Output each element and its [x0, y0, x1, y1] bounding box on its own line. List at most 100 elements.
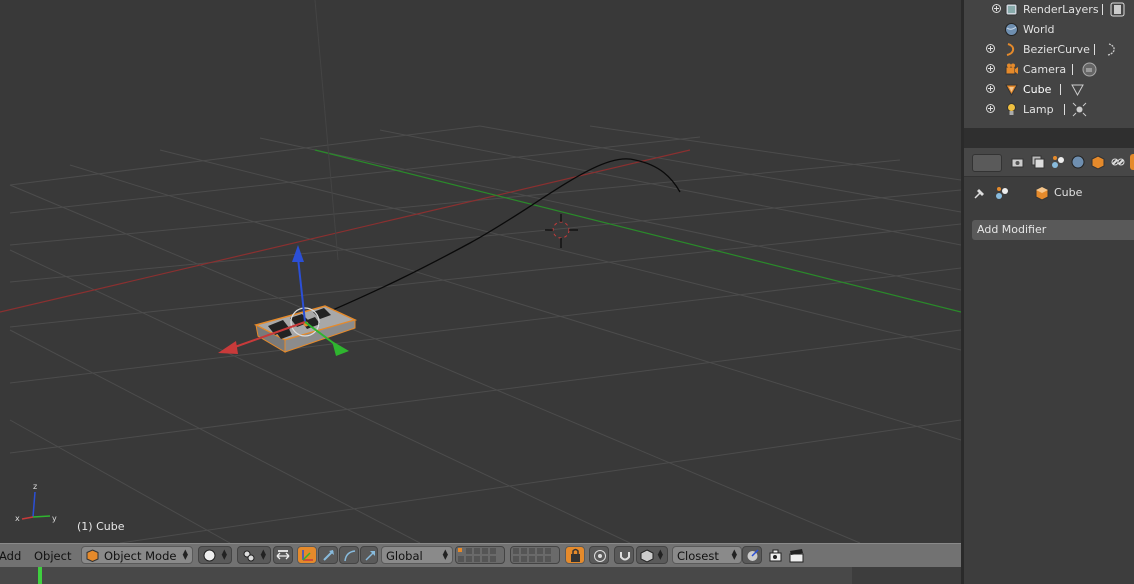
current-frame-indicator[interactable] — [38, 567, 42, 584]
outliner-item-lamp[interactable]: Lamp — [964, 100, 1134, 120]
modifiers-tab-icon[interactable] — [1130, 154, 1134, 170]
snap-toggle[interactable] — [614, 546, 634, 564]
expand-icon[interactable] — [986, 64, 995, 73]
3d-cursor — [545, 214, 578, 248]
properties-header — [964, 148, 1134, 177]
outliner-item-world[interactable]: World — [964, 20, 1134, 40]
outliner-item-cube[interactable]: Cube — [964, 80, 1134, 100]
world-tab-icon[interactable] — [1070, 154, 1086, 170]
axis-orientation-widget: z x y — [15, 482, 57, 523]
area-split-horizontal[interactable] — [964, 128, 1134, 148]
outliner-item-label: Lamp — [1023, 103, 1054, 116]
manipulator-toggle[interactable] — [273, 546, 293, 564]
render-layer-data-icon[interactable] — [1110, 2, 1125, 17]
dropdown-arrows-icon: ▲ ▼ — [182, 548, 188, 561]
camera-data-icon[interactable] — [1082, 62, 1097, 77]
opengl-render-button[interactable] — [766, 546, 786, 564]
pivot-point-dropdown[interactable]: ▲ ▼ — [237, 546, 271, 564]
translate-icon — [302, 550, 313, 561]
floor-grid — [9, 125, 961, 543]
dropdown-arrows-icon: ▲ ▼ — [221, 548, 227, 561]
clapperboard-icon — [789, 549, 804, 563]
properties-context-row: Cube — [964, 180, 1134, 206]
vertical-guide-line — [314, 0, 339, 261]
outliner-item-renderlayers[interactable]: RenderLayers — [964, 0, 1134, 20]
scene-context-icon — [996, 187, 1008, 199]
3d-viewport[interactable]: z x y (1) Cube — [0, 0, 961, 543]
lamp-icon — [1007, 103, 1016, 115]
snap-target-dropdown[interactable]: Closest ▲ ▼ — [672, 546, 742, 564]
object-mode-icon — [86, 549, 99, 562]
axis-label-y: y — [52, 514, 57, 523]
constraints-tab-icon[interactable] — [1110, 154, 1126, 170]
timeline-strip[interactable] — [0, 567, 961, 584]
pin-icon[interactable] — [972, 185, 988, 201]
bezier-curve — [304, 158, 681, 323]
timeline-side-region — [852, 567, 961, 584]
viewport-shading-dropdown[interactable]: ▲ ▼ — [198, 546, 232, 564]
outliner[interactable]: RenderLayers World BezierCurve Camera Cu… — [964, 0, 1134, 128]
snap-element-dropdown[interactable]: ▲ ▼ — [636, 546, 668, 564]
curve-data-icon[interactable] — [1104, 42, 1119, 57]
active-object-label: (1) Cube — [77, 520, 125, 533]
proportional-editing-button[interactable] — [589, 546, 609, 564]
curve-icon — [1006, 43, 1015, 56]
expand-icon[interactable] — [986, 44, 995, 53]
object-context-icon — [1035, 186, 1049, 201]
align-rotation-button[interactable] — [742, 546, 762, 564]
rotate-icon — [323, 550, 334, 561]
lamp-data-icon[interactable] — [1072, 102, 1087, 117]
scene-tab-icon[interactable] — [1050, 154, 1066, 170]
mode-label: Object Mode — [104, 549, 177, 563]
outliner-item-label: RenderLayers — [1023, 3, 1099, 16]
menu-add[interactable]: Add — [0, 549, 21, 563]
viewport-canvas[interactable]: z x y — [0, 0, 961, 543]
menu-object[interactable]: Object — [34, 549, 71, 563]
snap-increment-icon — [640, 549, 654, 563]
render-tab-icon[interactable] — [1010, 154, 1026, 170]
render-camera-icon — [769, 549, 782, 562]
expand-icon[interactable] — [986, 104, 995, 113]
3d-view-header: Add Object Object Mode ▲ ▼ ▲ ▼ ▲ ▼ Global ▲… — [0, 543, 961, 567]
outliner-item-label: Camera — [1023, 63, 1067, 76]
opengl-animation-button[interactable] — [786, 546, 806, 564]
pivot-icon — [243, 550, 255, 562]
world-icon — [1005, 23, 1018, 36]
arc-icon — [344, 550, 356, 562]
layers-grid-icon — [458, 548, 496, 562]
scene-layers-grid-b[interactable] — [510, 546, 560, 564]
editor-type-button[interactable] — [972, 154, 1002, 172]
outliner-item-camera[interactable]: Camera — [964, 60, 1134, 80]
renderlayers-icon — [1005, 3, 1018, 16]
outliner-item-label: BezierCurve — [1023, 43, 1090, 56]
cube-object — [253, 305, 358, 353]
axis-label-x: x — [15, 514, 20, 523]
add-modifier-button[interactable]: Add Modifier — [972, 220, 1134, 240]
expand-icon[interactable] — [992, 4, 1001, 13]
lock-camera-layers-toggle[interactable] — [565, 546, 585, 564]
object-tab-icon[interactable] — [1090, 154, 1106, 170]
translate-manipulator-button[interactable] — [297, 546, 317, 564]
rotate-manipulator-button[interactable] — [318, 546, 338, 564]
expand-icon[interactable] — [986, 84, 995, 93]
layers-grid-icon — [513, 548, 551, 562]
dropdown-arrows-icon: ▲ ▼ — [731, 548, 737, 561]
mesh-icon — [1005, 84, 1018, 97]
mesh-data-icon[interactable] — [1070, 82, 1085, 97]
axis-label-z: z — [33, 482, 37, 491]
snap-target-label: Closest — [677, 549, 719, 563]
rotate-arc-manipulator-button[interactable] — [339, 546, 359, 564]
outliner-item-label: World — [1023, 23, 1055, 36]
dropdown-arrows-icon: ▲ ▼ — [657, 548, 663, 561]
render-layers-tab-icon[interactable] — [1030, 154, 1046, 170]
scene-layers-grid-a[interactable] — [455, 546, 505, 564]
right-panel: RenderLayers World BezierCurve Camera Cu… — [964, 0, 1134, 584]
orientation-label: Global — [386, 549, 423, 563]
outliner-item-beziercurve[interactable]: BezierCurve — [964, 40, 1134, 60]
context-object-name: Cube — [1054, 186, 1083, 199]
transform-orientation-dropdown[interactable]: Global ▲ ▼ — [381, 546, 453, 564]
mode-dropdown[interactable]: Object Mode ▲ ▼ — [81, 546, 193, 564]
dropdown-arrows-icon: ▲ ▼ — [442, 548, 448, 561]
scale-manipulator-button[interactable] — [360, 546, 378, 564]
camera-icon — [1005, 63, 1018, 75]
